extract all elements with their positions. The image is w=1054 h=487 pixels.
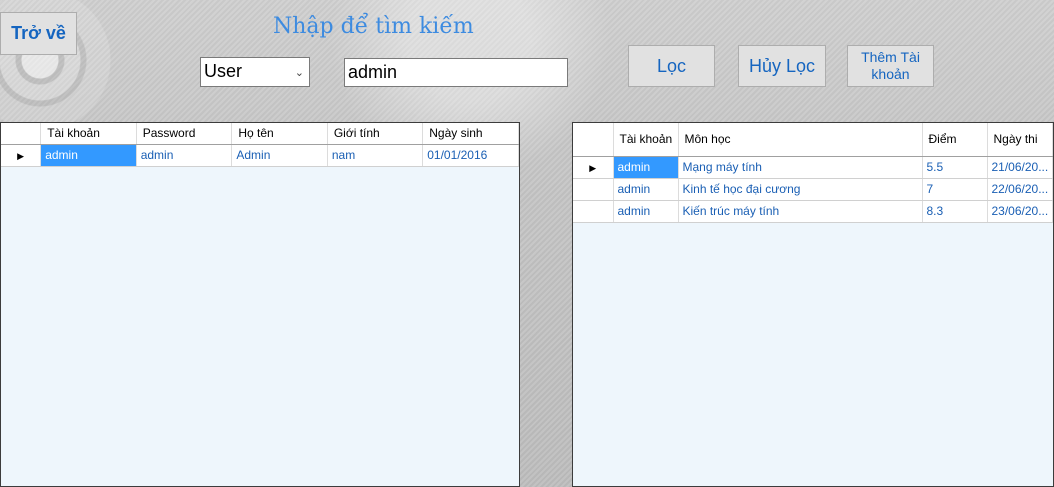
table-cell[interactable]: Kiến trúc máy tính <box>678 200 923 223</box>
row-header[interactable] <box>573 200 614 223</box>
table-cell[interactable]: 5.5 <box>922 156 988 179</box>
table-cell[interactable]: 01/01/2016 <box>422 144 519 167</box>
search-type-value: User <box>204 61 243 81</box>
table-row[interactable]: admin Kinh tế học đại cương 7 22/06/20..… <box>573 178 1053 201</box>
table-cell[interactable]: admin <box>613 178 679 201</box>
table-cell[interactable]: 23/06/20... <box>987 200 1053 223</box>
table-cell[interactable]: admin <box>136 144 233 167</box>
page-title: Nhập để tìm kiếm <box>273 14 474 39</box>
chevron-down-icon: ⌄ <box>294 67 304 79</box>
table-row[interactable]: ▶ admin admin Admin nam 01/01/2016 <box>1 144 519 167</box>
search-type-select[interactable]: User ⌄ <box>200 57 310 87</box>
table-cell[interactable]: Mạng máy tính <box>678 156 923 179</box>
column-header-fullname[interactable]: Họ tên <box>231 123 328 145</box>
table-cell[interactable]: admin <box>613 156 679 179</box>
scores-table: Tài khoản Môn học Điểm Ngày thi ▶ admin … <box>573 123 1053 223</box>
column-header-account[interactable]: Tài khoản <box>613 123 679 157</box>
search-input[interactable]: admin <box>344 58 568 87</box>
row-header-corner <box>573 123 614 157</box>
table-cell[interactable]: admin <box>613 200 679 223</box>
current-row-icon[interactable]: ▶ <box>1 144 42 167</box>
table-row[interactable]: ▶ admin Mạng máy tính 5.5 21/06/20... <box>573 156 1053 179</box>
column-header-exam-date[interactable]: Ngày thi <box>987 123 1053 157</box>
add-account-button[interactable]: Thêm Tài khoản <box>847 45 934 87</box>
users-header-row: Tài khoản Password Họ tên Giới tính Ngày… <box>1 123 519 145</box>
table-cell[interactable]: Kinh tế học đại cương <box>678 178 923 201</box>
column-header-gender[interactable]: Giới tính <box>327 123 424 145</box>
current-row-icon[interactable]: ▶ <box>573 156 614 179</box>
back-button[interactable]: Trở về <box>0 12 77 55</box>
row-header[interactable] <box>573 178 614 201</box>
column-header-account[interactable]: Tài khoản <box>40 123 137 145</box>
cancel-filter-button[interactable]: Hủy Lọc <box>738 45 826 87</box>
table-cell[interactable]: admin <box>40 144 137 167</box>
table-cell[interactable]: 22/06/20... <box>987 178 1053 201</box>
column-header-score[interactable]: Điểm <box>922 123 988 157</box>
scores-grid[interactable]: Tài khoản Môn học Điểm Ngày thi ▶ admin … <box>572 122 1054 487</box>
row-header-corner <box>1 123 42 145</box>
filter-button[interactable]: Lọc <box>628 45 715 87</box>
column-header-password[interactable]: Password <box>136 123 233 145</box>
users-grid[interactable]: Tài khoản Password Họ tên Giới tính Ngày… <box>0 122 520 487</box>
table-cell[interactable]: 21/06/20... <box>987 156 1053 179</box>
users-table: Tài khoản Password Họ tên Giới tính Ngày… <box>1 123 519 167</box>
table-cell[interactable]: 8.3 <box>922 200 988 223</box>
column-header-birthdate[interactable]: Ngày sinh <box>422 123 519 145</box>
column-header-subject[interactable]: Môn học <box>678 123 923 157</box>
table-cell[interactable]: Admin <box>231 144 328 167</box>
scores-header-row: Tài khoản Môn học Điểm Ngày thi <box>573 123 1053 157</box>
table-row[interactable]: admin Kiến trúc máy tính 8.3 23/06/20... <box>573 200 1053 223</box>
table-cell[interactable]: 7 <box>922 178 988 201</box>
table-cell[interactable]: nam <box>327 144 424 167</box>
